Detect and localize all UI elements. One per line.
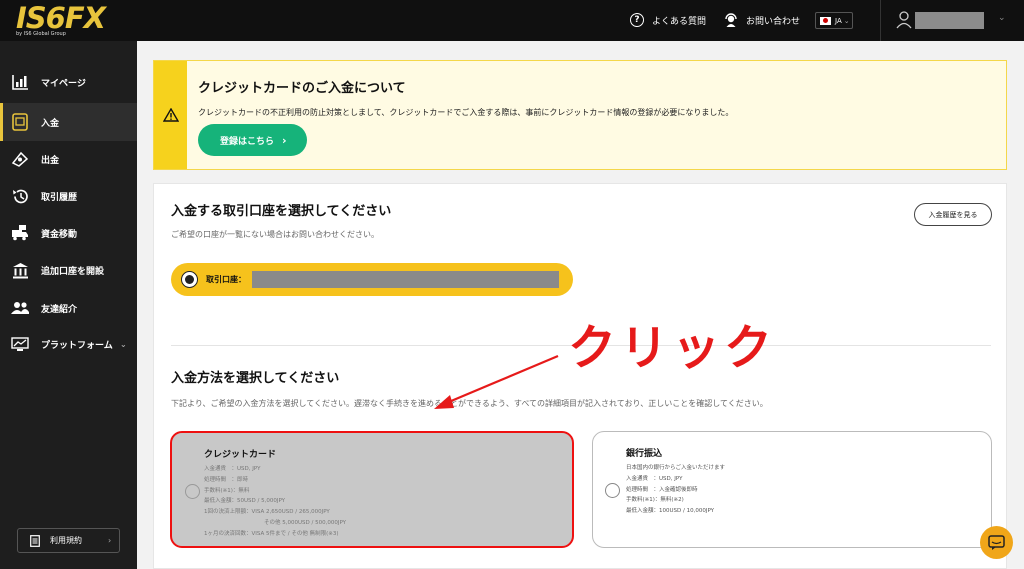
warning-strip <box>154 61 187 169</box>
terms-label: 利用規約 <box>50 536 82 545</box>
sidebar-item-deposit[interactable]: 入金 <box>0 103 137 141</box>
logo-text: IS6FX <box>16 1 106 35</box>
credit-card-detail: その他 5,000USD / 500,000JPY <box>264 520 347 526</box>
register-card-button[interactable]: 登録はこちら › <box>198 124 307 156</box>
credit-card-detail: 手数料(※1)：無料 <box>204 488 250 494</box>
sidebar-item-withdraw[interactable]: 出金 <box>0 140 137 178</box>
language-selector[interactable]: JA ⌄ <box>815 12 853 29</box>
credit-card-detail: 1回の決済上限額：VISA 2,650USD / 265,000JPY <box>204 509 330 515</box>
method-section-title: 入金方法を選択してください <box>171 371 340 386</box>
header-divider <box>880 0 881 41</box>
logo-subtitle: by IS6 Global Group <box>16 31 66 37</box>
faq-link[interactable]: ? よくある質問 <box>630 12 706 28</box>
faq-label: よくある質問 <box>652 16 707 27</box>
terms-button[interactable]: 利用規約 › <box>17 528 120 553</box>
document-icon <box>30 534 40 547</box>
sidebar-item-referral[interactable]: 友達紹介 <box>0 289 137 327</box>
sidebar: マイページ 入金 出金 取引履歴 資金移動 追加口座を開設 友達紹介 プラットフ… <box>0 41 137 569</box>
sidebar-item-label: 出金 <box>41 155 60 166</box>
notice-body: クレジットカードの不正利用の防止対策としまして、クレジットカードでご入金する際は… <box>198 108 734 117</box>
user-menu-chevron-icon[interactable]: ⌄ <box>998 13 1006 23</box>
credit-card-radio[interactable] <box>185 484 200 499</box>
sidebar-item-trade-history[interactable]: 取引履歴 <box>0 177 137 215</box>
deposit-history-button[interactable]: 入金履歴を見る <box>914 203 992 226</box>
bank-transfer-detail: 処理時間 ：入金確認後即時 <box>626 487 698 493</box>
sidebar-item-label: 取引履歴 <box>41 192 78 203</box>
contact-label: お問い合わせ <box>746 16 801 27</box>
trading-account-option[interactable]: 取引口座： <box>171 263 573 296</box>
click-annotation-text: クリック <box>568 320 777 376</box>
transfer-icon <box>11 224 29 242</box>
bank-transfer-detail: 手数料(※1)：無料(※2) <box>626 497 684 503</box>
bar-chart-icon <box>11 73 29 91</box>
chat-icon <box>988 534 1005 550</box>
sidebar-item-open-account[interactable]: 追加口座を開設 <box>0 251 137 289</box>
credit-card-detail: 1ヶ月の決済回数：VISA 5件まで / その他 無制限(※3) <box>204 531 339 537</box>
credit-card-detail: 処理時間 ：即時 <box>204 477 249 483</box>
withdraw-icon <box>11 150 29 168</box>
annotation-arrow-icon <box>434 354 559 409</box>
account-section-title: 入金する取引口座を選択してください <box>171 204 392 219</box>
sidebar-item-label: 資金移動 <box>41 229 78 240</box>
credit-card-title: クレジットカード <box>204 450 277 460</box>
chevron-right-icon: › <box>282 133 287 147</box>
notice-title: クレジットカードのご入金について <box>198 81 406 96</box>
chevron-down-icon: ⌄ <box>843 16 850 25</box>
contact-link[interactable]: お問い合わせ <box>724 12 800 28</box>
user-icon[interactable] <box>896 11 912 29</box>
sidebar-item-label: 入金 <box>41 118 60 129</box>
chevron-right-icon: › <box>108 536 112 545</box>
bank-transfer-detail: 最低入金額：100USD / 10,000JPY <box>626 508 715 514</box>
question-icon: ? <box>630 13 644 27</box>
chevron-down-icon: ⌄ <box>120 339 127 349</box>
top-header: IS6FX by IS6 Global Group ? よくある質問 お問い合わ… <box>0 0 1024 41</box>
sidebar-item-label: 友達紹介 <box>41 304 78 315</box>
bank-transfer-title: 銀行振込 <box>626 449 663 459</box>
language-label: JA <box>835 16 842 25</box>
account-label: 取引口座： <box>206 275 246 284</box>
account-number-redacted <box>252 271 559 288</box>
platform-icon <box>11 335 29 353</box>
user-name-redacted[interactable] <box>915 12 984 29</box>
account-section-subtitle: ご希望の口座が一覧にない場合はお問い合わせください。 <box>171 230 379 239</box>
credit-card-method-card[interactable]: クレジットカード 入金通貨 ：USD, JPY 処理時間 ：即時 手数料(※1)… <box>170 431 574 548</box>
sidebar-item-label: 追加口座を開設 <box>41 266 105 277</box>
sidebar-item-platform[interactable]: プラットフォーム ⌄ <box>0 325 137 363</box>
japan-flag-icon <box>820 16 831 25</box>
friends-icon <box>11 299 29 317</box>
bank-transfer-radio[interactable] <box>605 483 620 498</box>
bank-transfer-method-card[interactable]: 銀行振込 日本国内の銀行からご入金いただけます 入金通貨 ：USD, JPY 処… <box>592 431 992 548</box>
credit-card-detail: 最低入金額：50USD / 5,000JPY <box>204 498 286 504</box>
sidebar-item-fund-transfer[interactable]: 資金移動 <box>0 214 137 252</box>
brand-logo[interactable]: IS6FX by IS6 Global Group <box>12 1 106 39</box>
deposit-icon <box>11 113 29 131</box>
credit-card-notice: クレジットカードのご入金について クレジットカードの不正利用の防止対策としまして… <box>153 60 1007 170</box>
register-card-label: 登録はこちら <box>220 136 275 147</box>
sidebar-item-label: マイページ <box>41 78 86 89</box>
sidebar-item-label: プラットフォーム <box>41 340 113 351</box>
sidebar-item-mypage[interactable]: マイページ <box>0 63 137 101</box>
bank-transfer-detail: 日本国内の銀行からご入金いただけます <box>626 465 726 471</box>
chat-support-button[interactable] <box>980 526 1013 559</box>
account-radio-selected[interactable] <box>181 271 198 288</box>
bank-transfer-detail: 入金通貨 ：USD, JPY <box>626 476 683 482</box>
history-icon <box>11 187 29 205</box>
warning-icon <box>162 108 179 122</box>
bank-icon <box>11 261 29 279</box>
credit-card-detail: 入金通貨 ：USD, JPY <box>204 466 261 472</box>
support-agent-icon <box>725 13 737 27</box>
